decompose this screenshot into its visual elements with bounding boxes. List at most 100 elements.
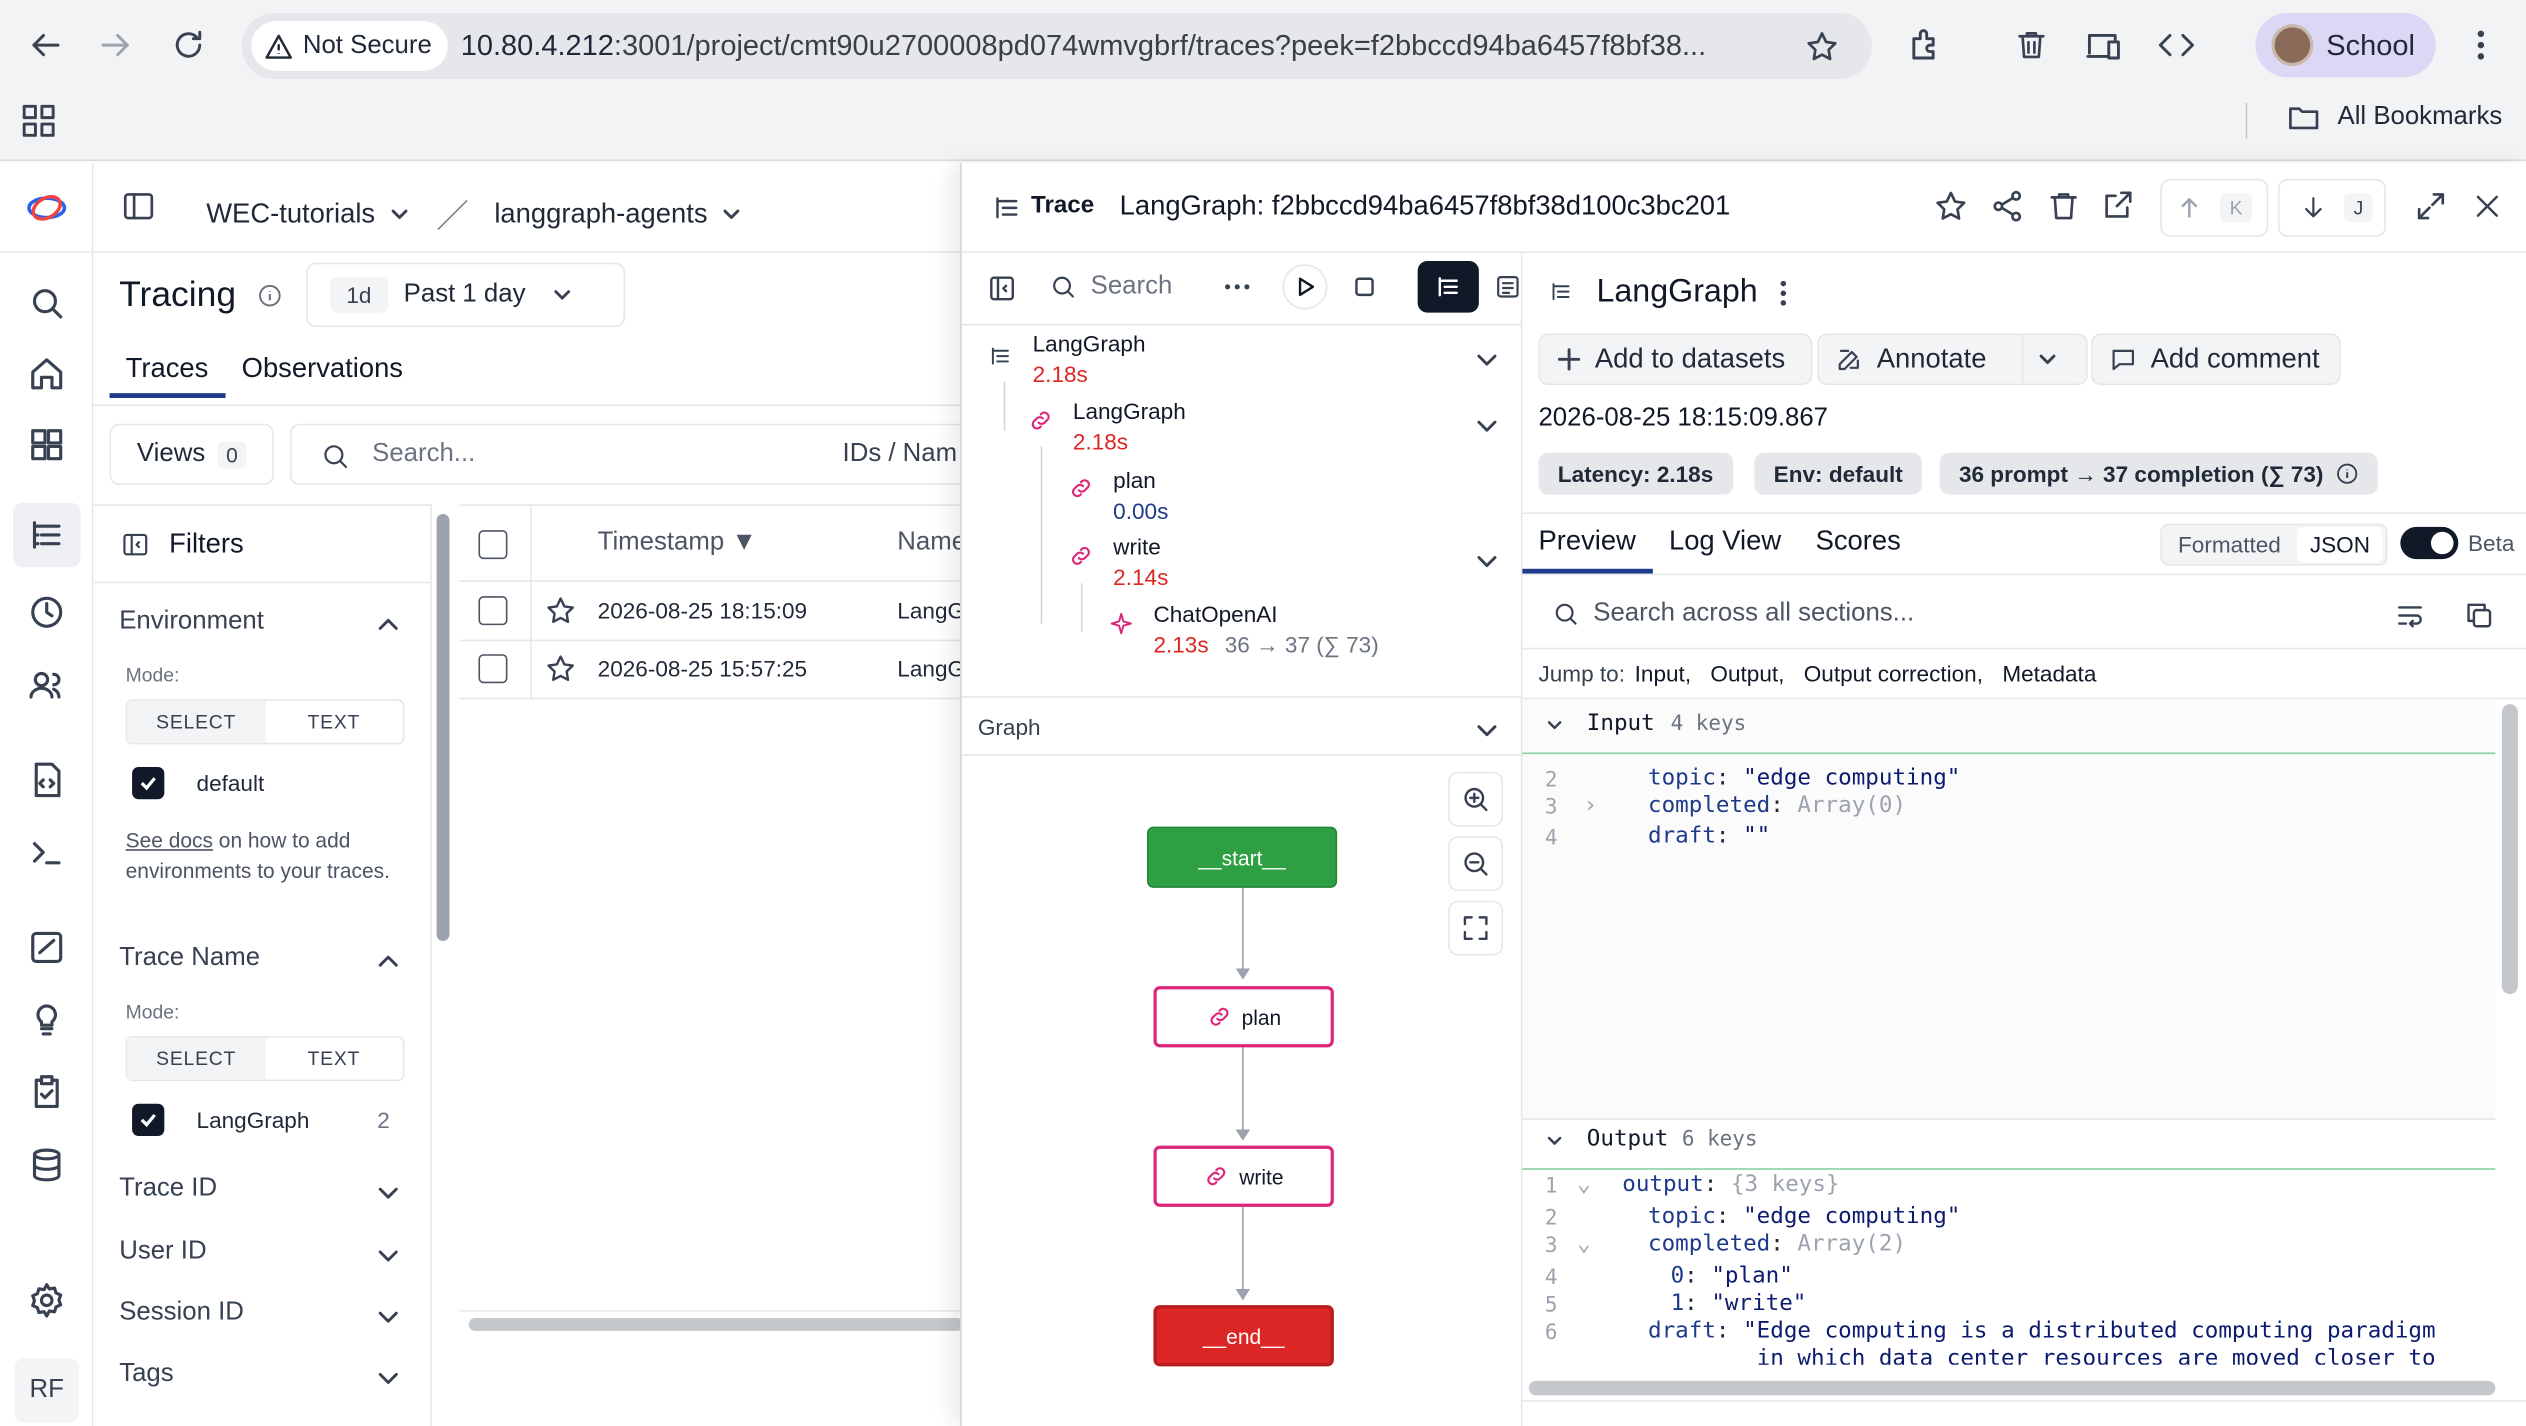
users-icon[interactable] xyxy=(26,664,68,706)
clipboard-check-icon[interactable] xyxy=(26,1072,68,1114)
tracing-icon[interactable] xyxy=(26,514,68,556)
url-text[interactable]: 10.80.4.212:3001/project/cmt90u2700008pd… xyxy=(461,29,1782,63)
chevron-down-icon[interactable] xyxy=(375,1179,401,1205)
add-comment-button[interactable]: Add comment xyxy=(2091,333,2341,386)
collapse-panel-icon[interactable] xyxy=(986,272,1018,304)
format-toggle[interactable]: Formatted JSON xyxy=(2160,523,2388,566)
prev-trace-button[interactable]: K xyxy=(2160,178,2269,237)
filter-trace-name-title[interactable]: Trace Name xyxy=(119,944,260,973)
app-logo-icon[interactable] xyxy=(26,190,68,225)
open-external-icon[interactable] xyxy=(2101,187,2136,222)
timeline-view-icon[interactable] xyxy=(1493,272,1522,301)
graph-node-plan[interactable]: plan xyxy=(1153,986,1334,1048)
tab-preview[interactable]: Preview xyxy=(1538,525,1635,557)
org-selector[interactable]: WEC-tutorials xyxy=(206,197,375,229)
mode-text[interactable]: TEXT xyxy=(265,1038,403,1080)
chevron-down-icon[interactable] xyxy=(1474,346,1500,372)
filter-environment-title[interactable]: Environment xyxy=(119,607,264,636)
select-all-checkbox[interactable] xyxy=(478,530,508,560)
chevron-down-icon[interactable] xyxy=(375,1304,401,1330)
json-search-input[interactable]: Search across all sections... xyxy=(1593,599,1914,628)
views-button[interactable]: Views 0 xyxy=(109,423,274,486)
tab-log-view[interactable]: Log View xyxy=(1669,525,1781,557)
see-docs-link[interactable]: See docs xyxy=(126,828,213,852)
zoom-in-button[interactable] xyxy=(1448,771,1504,827)
extensions-icon[interactable] xyxy=(1906,26,1945,65)
star-icon[interactable] xyxy=(545,595,577,627)
close-icon[interactable] xyxy=(2471,190,2503,222)
jump-output[interactable]: Output, xyxy=(1710,661,1784,687)
mode-select[interactable]: SELECT xyxy=(127,1037,266,1080)
project-selector[interactable]: langgraph-agents xyxy=(494,197,707,229)
terminal-icon[interactable] xyxy=(26,831,68,873)
chevron-down-icon[interactable] xyxy=(1545,1131,1564,1150)
search-input[interactable]: Search... IDs / Nam xyxy=(289,423,983,486)
beta-toggle-switch[interactable] xyxy=(2400,526,2459,560)
json-h-scrollbar[interactable] xyxy=(1528,1380,2496,1396)
graph-node-end[interactable]: __end__ xyxy=(1153,1305,1334,1367)
reload-icon[interactable] xyxy=(169,26,208,65)
graph-node-write[interactable]: write xyxy=(1153,1145,1334,1207)
chevron-up-icon[interactable] xyxy=(375,612,401,638)
tree-search-input[interactable]: Search xyxy=(1091,272,1173,301)
mode-text[interactable]: TEXT xyxy=(265,701,403,743)
address-bar[interactable]: Not Secure 10.80.4.212:3001/project/cmt9… xyxy=(241,12,1872,79)
chevron-down-icon[interactable] xyxy=(375,1365,401,1391)
info-icon[interactable] xyxy=(2336,462,2359,485)
chevron-up-icon[interactable] xyxy=(375,949,401,975)
scores-icon[interactable] xyxy=(26,926,68,968)
col-timestamp[interactable]: Timestamp ▼ xyxy=(598,529,757,558)
chevron-down-icon[interactable] xyxy=(720,202,743,225)
tree-node-root[interactable]: LangGraph 2.18s xyxy=(1033,330,1146,386)
filter-session-id[interactable]: Session ID xyxy=(119,1299,244,1328)
zoom-out-button[interactable] xyxy=(1448,836,1504,892)
formatted-option[interactable]: Formatted xyxy=(2162,532,2297,558)
fit-view-button[interactable] xyxy=(1448,900,1504,956)
col-name[interactable]: Name xyxy=(897,529,966,558)
jump-input[interactable]: Input, xyxy=(1635,661,1691,687)
tab-traces[interactable]: Traces xyxy=(126,353,209,385)
tree-node-write[interactable]: write 2.14s xyxy=(1113,533,1168,589)
chevron-down-icon[interactable] xyxy=(2036,348,2059,371)
trash-icon[interactable] xyxy=(2046,189,2081,224)
all-bookmarks[interactable]: All Bookmarks xyxy=(2286,100,2502,135)
tab-observations[interactable]: Observations xyxy=(242,353,403,385)
checkbox-checked[interactable] xyxy=(132,766,165,800)
more-options-icon[interactable] xyxy=(1223,276,1252,299)
tree-view-toggle[interactable] xyxy=(1417,261,1479,313)
trace-name-mode-toggle[interactable]: SELECT TEXT xyxy=(125,1036,405,1082)
info-icon[interactable] xyxy=(258,284,282,308)
star-icon[interactable] xyxy=(1933,189,1968,224)
time-range-selector[interactable]: 1d Past 1 day xyxy=(306,262,626,328)
sessions-clock-icon[interactable] xyxy=(26,591,68,633)
annotate-button[interactable]: Annotate xyxy=(1817,333,2088,386)
search-icon[interactable] xyxy=(26,282,68,324)
back-icon[interactable] xyxy=(26,26,65,65)
json-scrollbar[interactable] xyxy=(2501,704,2518,995)
jump-metadata[interactable]: Metadata xyxy=(2002,661,2096,687)
json-option[interactable]: JSON xyxy=(2296,526,2383,563)
env-option-default[interactable]: default xyxy=(132,766,264,800)
jump-output-correction[interactable]: Output correction, xyxy=(1804,661,1983,687)
home-icon[interactable] xyxy=(26,353,68,395)
tree-node-chatopenai[interactable]: ChatOpenAI 2.13s 36 → 37 (∑ 73) xyxy=(1153,601,1378,657)
sidebar-toggle-icon[interactable] xyxy=(121,189,156,224)
menu-kebab-icon[interactable] xyxy=(2465,26,2497,65)
profile-chip[interactable]: School xyxy=(2255,12,2436,78)
trace-name-option[interactable]: LangGraph 2 xyxy=(132,1103,390,1136)
mode-select[interactable]: SELECT xyxy=(127,700,266,743)
chevron-down-icon[interactable] xyxy=(1545,715,1564,734)
expand-icon[interactable] xyxy=(2413,189,2448,224)
code-icon[interactable] xyxy=(2155,26,2197,65)
database-icon[interactable] xyxy=(26,1144,68,1186)
table-row[interactable]: 2026-08-25 18:15:09 LangG xyxy=(459,582,965,640)
filter-tags[interactable]: Tags xyxy=(119,1360,173,1389)
tree-node-plan[interactable]: plan 0.00s xyxy=(1113,467,1168,523)
stop-icon[interactable] xyxy=(1353,276,1376,299)
chevron-down-icon[interactable] xyxy=(375,1242,401,1268)
prompts-icon[interactable] xyxy=(26,759,68,801)
filters-scrollbar[interactable] xyxy=(436,514,450,941)
filters-panel-icon[interactable] xyxy=(121,530,150,559)
filter-user-id[interactable]: User ID xyxy=(119,1237,206,1266)
lightbulb-icon[interactable] xyxy=(26,999,68,1041)
